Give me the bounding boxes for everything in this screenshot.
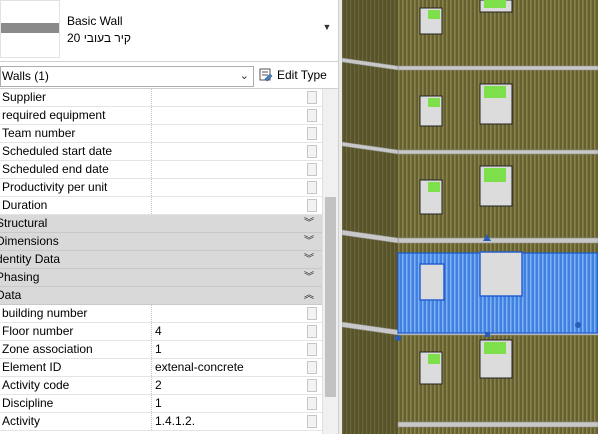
property-value[interactable] [151,179,306,196]
cell-button[interactable] [307,325,317,338]
property-value[interactable] [151,89,306,106]
instance-row: Walls (1) ⌄ Edit Type [0,63,338,89]
property-row[interactable]: Floor number 4 [0,323,322,341]
building-model[interactable] [342,0,598,434]
group-header-dimensions[interactable]: Dimensions ︾ [0,233,322,251]
property-value[interactable]: 4 [151,323,306,340]
cell-button[interactable] [307,109,317,122]
property-row[interactable]: Team number [0,125,322,143]
group-label: dentity Data [0,252,61,266]
cell-button[interactable] [307,199,317,212]
property-value[interactable]: 2 [151,377,306,394]
property-value[interactable]: 1.4.1.2. [151,413,306,430]
property-name: building number [2,306,88,320]
double-chevron-down-icon[interactable]: ︾ [304,269,314,286]
cell-button[interactable] [307,361,317,374]
group-label: Structural [0,216,48,230]
group-label: Data [0,288,22,302]
cell-button[interactable] [307,163,317,176]
property-row[interactable]: Scheduled end date [0,161,322,179]
property-value[interactable]: extenal-concrete [151,359,306,376]
property-value[interactable] [151,143,306,160]
double-chevron-down-icon[interactable]: ︾ [304,233,314,250]
group-label: Dimensions [0,234,59,248]
properties-scrollbar[interactable] [322,89,338,434]
chevron-down-icon: ⌄ [239,70,249,82]
property-row[interactable]: Discipline 1 [0,395,322,413]
type-family-label: Basic Wall [67,14,123,28]
double-chevron-down-icon[interactable]: ︾ [304,215,314,232]
cell-button[interactable] [307,91,317,104]
double-chevron-up-icon[interactable]: ︽ [304,287,314,304]
property-row[interactable]: Zone association 1 [0,341,322,359]
edit-type-icon [259,68,273,82]
dropdown-arrow-icon[interactable]: ▼ [320,22,334,36]
property-row[interactable]: Productivity per unit [0,179,322,197]
property-value[interactable] [151,107,306,124]
cell-button[interactable] [307,181,317,194]
property-name: Activity code [2,378,70,392]
group-header-phasing[interactable]: Phasing ︾ [0,269,322,287]
property-name: Scheduled end date [2,162,109,176]
property-name: Discipline [2,396,54,410]
property-value[interactable] [151,305,306,322]
group-header-identity-data[interactable]: dentity Data ︾ [0,251,322,269]
wall-type-preview-icon [0,0,60,58]
property-value[interactable] [151,197,306,214]
property-name: required equipment [2,108,106,122]
properties-panel: Basic Wall קיר בעובי 20 ▼ Walls (1) ⌄ Ed… [0,0,338,434]
cell-button[interactable] [307,343,317,356]
property-row[interactable]: Duration [0,197,322,215]
edit-type-label: Edit Type [277,68,327,82]
cell-button[interactable] [307,307,317,320]
property-name: Productivity per unit [2,180,108,194]
cell-button[interactable] [307,397,317,410]
property-name: Zone association [2,342,93,356]
group-header-structural[interactable]: Structural ︾ [0,215,322,233]
property-name: Team number [2,126,76,140]
property-row[interactable]: Activity 1.4.1.2. [0,413,322,431]
edit-type-button[interactable]: Edit Type [259,66,331,87]
property-row[interactable]: Scheduled start date [0,143,322,161]
property-name: Duration [2,198,48,212]
property-row[interactable]: building number [0,305,322,323]
cell-button[interactable] [307,127,317,140]
cell-button[interactable] [307,415,317,428]
property-row[interactable]: required equipment [0,107,322,125]
property-value[interactable]: 1 [151,395,306,412]
property-name: Element ID [2,360,62,374]
instance-filter-dropdown[interactable]: Walls (1) ⌄ [0,66,254,87]
cell-button[interactable] [307,379,317,392]
double-chevron-down-icon[interactable]: ︾ [304,251,314,268]
property-row[interactable]: Element ID extenal-concrete [0,359,322,377]
type-selector[interactable]: Basic Wall קיר בעובי 20 ▼ [0,0,338,62]
property-value[interactable] [151,125,306,142]
property-row[interactable]: Supplier [0,89,322,107]
property-row[interactable]: Activity code 2 [0,377,322,395]
cell-button[interactable] [307,145,317,158]
property-name: Activity [2,414,41,428]
scrollbar-thumb[interactable] [325,197,336,397]
properties-grid: Supplier required equipment Team number … [0,89,322,431]
instance-filter-label: Walls (1) [2,69,49,83]
group-header-data[interactable]: Data ︽ [0,287,322,305]
type-name-label: קיר בעובי 20 [67,31,131,45]
group-label: Phasing [0,270,40,284]
property-name: Scheduled start date [2,144,113,158]
3d-view[interactable] [342,0,598,434]
property-value[interactable] [151,161,306,178]
property-name: Floor number [2,324,74,338]
property-value[interactable]: 1 [151,341,306,358]
property-name: Supplier [2,90,47,104]
